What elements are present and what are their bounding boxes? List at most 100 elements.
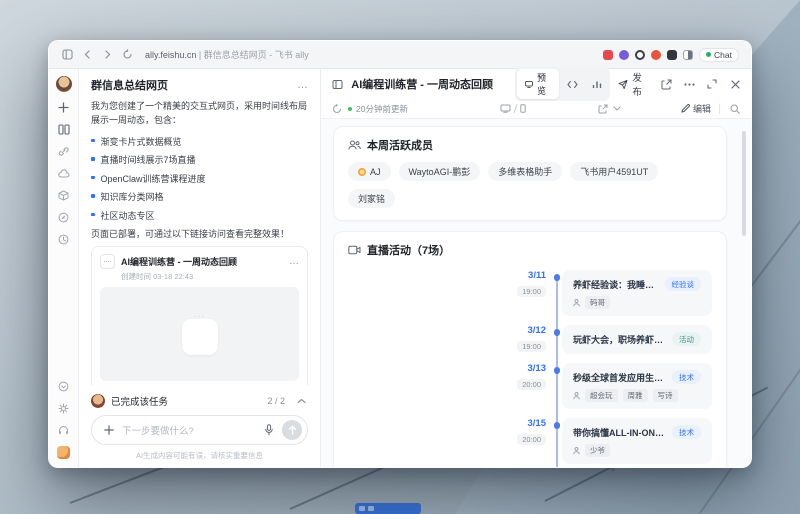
- assistant-message-intro: 我为您创建了一个精美的交互式网页，采用时间线布局展示一周动态，包含：: [91, 100, 308, 128]
- send-button[interactable]: [282, 420, 302, 440]
- artifact-preview-thumbnail[interactable]: ···: [100, 287, 299, 381]
- event-tag: 周雅: [623, 389, 648, 402]
- event-tag: 写诗: [653, 389, 678, 402]
- bullet-text: 社区动态专区: [101, 209, 155, 222]
- scrollbar-thumb[interactable]: [742, 131, 746, 236]
- preview-header: AI编程训练营 - 一周动态回顾 预览: [321, 69, 751, 99]
- timeline-dot: [554, 329, 561, 336]
- chat-label: Chat: [714, 50, 732, 60]
- cloud-icon[interactable]: [57, 167, 70, 180]
- tab-code[interactable]: [561, 78, 584, 91]
- extension-icon-4[interactable]: [651, 50, 661, 60]
- tab-analytics[interactable]: [586, 78, 608, 91]
- member-chip[interactable]: 飞书用户4591UT: [570, 162, 658, 181]
- compass-icon[interactable]: [57, 211, 70, 224]
- expand-icon[interactable]: [706, 78, 718, 91]
- member-chip-list: AJ WaytoAGI-鹏彭 多维表格助手 飞书用户4591UT 刘家铭: [348, 162, 712, 208]
- new-chat-icon[interactable]: [57, 101, 70, 114]
- member-chip[interactable]: WaytoAGI-鹏彭: [399, 162, 481, 181]
- member-chip-label: 刘家铭: [358, 192, 385, 205]
- event-time: 19:00: [517, 286, 546, 297]
- download-circle-icon[interactable]: [57, 380, 70, 393]
- member-chip-label: 飞书用户4591UT: [580, 165, 648, 178]
- library-icon[interactable]: [57, 123, 70, 136]
- cube-icon[interactable]: [57, 189, 70, 202]
- event-tag: 码哥: [585, 296, 610, 309]
- preview-title: AI编程训练营 - 一周动态回顾: [351, 76, 493, 92]
- event-title: 秒级全球首发应用生成Skill: [573, 371, 664, 384]
- event-tags-row: 超会玩周雅写诗: [573, 389, 701, 402]
- artifact-file-icon: [100, 254, 115, 269]
- extension-icon-6[interactable]: [683, 50, 693, 60]
- event-card[interactable]: 带你搞懂ALL-IN-ONE的Agent工作空间技术少爷: [562, 418, 712, 464]
- updated-label: 20分钟前更新: [356, 103, 408, 115]
- task-status-row[interactable]: 已完成该任务 2 / 2: [91, 394, 308, 408]
- thumbnail-placeholder: [182, 319, 218, 355]
- address-bar[interactable]: ally.feishu.cn | 群信息总结网页 - 飞书 ally: [145, 48, 309, 61]
- publish-label: 发布: [632, 70, 649, 98]
- event-tag: 少爷: [585, 444, 610, 457]
- history-icon[interactable]: [57, 233, 70, 246]
- back-icon[interactable]: [81, 48, 94, 61]
- extension-icon-1[interactable]: [603, 50, 613, 60]
- events-section: 直播活动（7场） 3/1119:00养虾经验谈：我睡觉，虾赚钱经验谈码哥3/12…: [333, 231, 727, 467]
- link-icon[interactable]: [57, 145, 70, 158]
- phone-icon: [520, 104, 526, 113]
- summary-bullet: 直播时间线展示7场直播: [91, 153, 308, 166]
- device-toggle[interactable]: [500, 104, 526, 113]
- timeline-item: 3/1219:00 玩虾大会，职场养虾人集合活动: [496, 325, 712, 354]
- timeline-date-column: 3/1219:00: [496, 325, 546, 354]
- open-in-browser-control[interactable]: [598, 104, 621, 114]
- more-options-icon[interactable]: [683, 78, 695, 91]
- edit-button[interactable]: 编辑: [681, 102, 711, 115]
- conversation-menu-icon[interactable]: …: [297, 79, 308, 91]
- member-chip[interactable]: AJ: [348, 162, 391, 181]
- event-date: 3/15: [496, 418, 546, 429]
- event-title: 养虾经验谈：我睡觉，虾赚钱: [573, 278, 657, 291]
- summary-bullet: 知识库分类网格: [91, 190, 308, 203]
- extension-icon-5[interactable]: [667, 50, 677, 60]
- event-badge: 经验谈: [665, 277, 702, 291]
- mascot-icon[interactable]: [57, 446, 70, 459]
- chat-input[interactable]: 下一步要做什么?: [91, 415, 308, 445]
- tab-preview[interactable]: 预览: [517, 69, 559, 99]
- settings-icon[interactable]: [57, 402, 70, 415]
- artifact-title: AI编程训练营 - 一周动态回顾: [121, 255, 283, 268]
- artifact-menu-icon[interactable]: …: [289, 256, 299, 267]
- chat-extension-button[interactable]: Chat: [699, 48, 739, 62]
- event-card[interactable]: 秒级全球首发应用生成Skill技术超会玩周雅写诗: [562, 363, 712, 409]
- bullet-text: 渐变卡片式数据概览: [101, 135, 182, 148]
- event-card[interactable]: 养虾经验谈：我睡觉，虾赚钱经验谈码哥: [562, 270, 712, 316]
- timeline-dot: [554, 274, 561, 281]
- member-chip[interactable]: 刘家铭: [348, 189, 395, 208]
- artifact-meta: 创建时间 03-18 22:43: [121, 271, 299, 282]
- live-video-icon: [348, 244, 361, 257]
- extension-icon-2[interactable]: [619, 50, 629, 60]
- event-card[interactable]: 玩虾大会，职场养虾人集合活动: [562, 325, 712, 354]
- user-avatar[interactable]: [56, 76, 72, 92]
- chevron-down-icon: [613, 106, 621, 111]
- share-icon[interactable]: [661, 78, 673, 91]
- event-tags-row: 少爷: [573, 444, 701, 457]
- timeline-date-column: 3/1520:00: [496, 418, 546, 464]
- headset-icon[interactable]: [57, 424, 70, 437]
- chat-input-placeholder: 下一步要做什么?: [122, 423, 255, 437]
- extension-icon-3[interactable]: [635, 50, 645, 60]
- bullet-text: 知识库分类网格: [101, 190, 164, 203]
- bullet-dot: [91, 139, 95, 143]
- collapse-panel-icon[interactable]: [331, 78, 343, 91]
- mic-icon[interactable]: [262, 424, 275, 437]
- tabs-overview-icon[interactable]: [61, 48, 74, 61]
- reload-icon[interactable]: [121, 48, 134, 61]
- artifact-card[interactable]: AI编程训练营 - 一周动态回顾 … 创建时间 03-18 22:43 ···: [91, 246, 308, 385]
- member-chip-label: 多维表格助手: [498, 165, 552, 178]
- member-chip[interactable]: 多维表格助手: [488, 162, 562, 181]
- timeline-date-column: 3/1320:00: [496, 363, 546, 409]
- chevron-up-icon[interactable]: [295, 395, 308, 408]
- forward-icon[interactable]: [101, 48, 114, 61]
- search-icon[interactable]: [728, 102, 741, 115]
- refresh-preview-icon[interactable]: [331, 103, 342, 114]
- close-icon[interactable]: [729, 78, 741, 91]
- publish-button[interactable]: 发布: [618, 70, 649, 98]
- attach-plus-icon[interactable]: [102, 424, 115, 437]
